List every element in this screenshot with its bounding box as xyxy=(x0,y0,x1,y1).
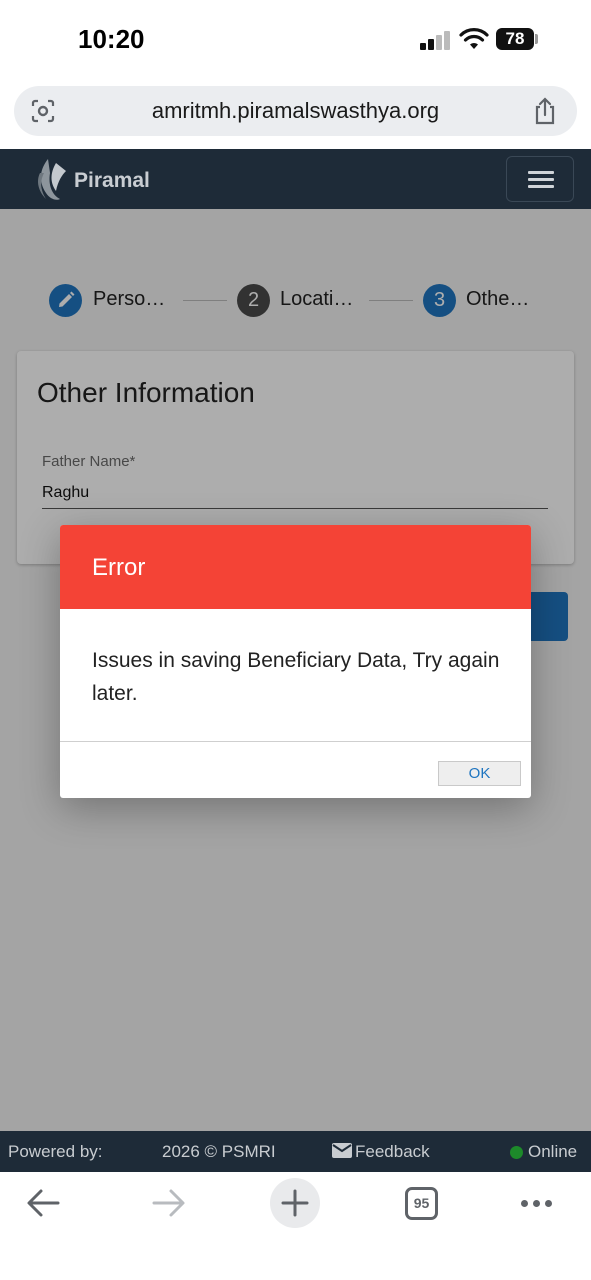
battery-tip xyxy=(535,34,538,44)
dialog-divider xyxy=(60,741,531,742)
battery-indicator: 78 xyxy=(496,28,534,50)
piramal-logo-mark xyxy=(38,159,66,200)
forward-arrow-icon[interactable] xyxy=(152,1188,186,1218)
wifi-icon xyxy=(459,28,489,49)
ok-button[interactable]: OK xyxy=(438,761,521,786)
hamburger-menu-button[interactable] xyxy=(506,156,574,202)
dialog-message: Issues in saving Beneficiary Data, Try a… xyxy=(92,649,500,705)
copyright-text: 2026 © PSMRI xyxy=(162,1142,276,1161)
new-tab-button[interactable] xyxy=(270,1178,320,1228)
share-icon[interactable] xyxy=(532,96,558,126)
feedback-link[interactable]: Feedback xyxy=(355,1142,430,1162)
plus-icon xyxy=(281,1189,309,1217)
online-status-text: Online xyxy=(528,1142,578,1161)
footer: Powered by: 2026 © PSMRI Feedback Online xyxy=(0,1131,591,1172)
tab-switcher-button[interactable]: 95 xyxy=(405,1187,438,1220)
error-dialog: Error Issues in saving Beneficiary Data,… xyxy=(60,525,531,798)
navbar: Piramal xyxy=(0,149,591,209)
status-time: 10:20 xyxy=(78,24,145,54)
dialog-title: Error xyxy=(92,554,146,581)
brand-name: Piramal xyxy=(74,169,150,192)
dialog-header: Error xyxy=(60,525,531,609)
piramal-logo[interactable]: Piramal xyxy=(34,155,164,205)
address-bar[interactable]: amritmh.piramalswasthya.org xyxy=(14,86,577,136)
online-status-icon xyxy=(510,1146,523,1159)
powered-by-text: Powered by: xyxy=(8,1142,103,1161)
back-arrow-icon[interactable] xyxy=(26,1188,60,1218)
mail-icon[interactable] xyxy=(332,1143,352,1158)
signal-icon xyxy=(420,30,452,50)
status-bar: 10:20 78 xyxy=(0,0,591,80)
url-text[interactable]: amritmh.piramalswasthya.org xyxy=(14,86,577,136)
browser-toolbar: 95 xyxy=(0,1172,591,1280)
